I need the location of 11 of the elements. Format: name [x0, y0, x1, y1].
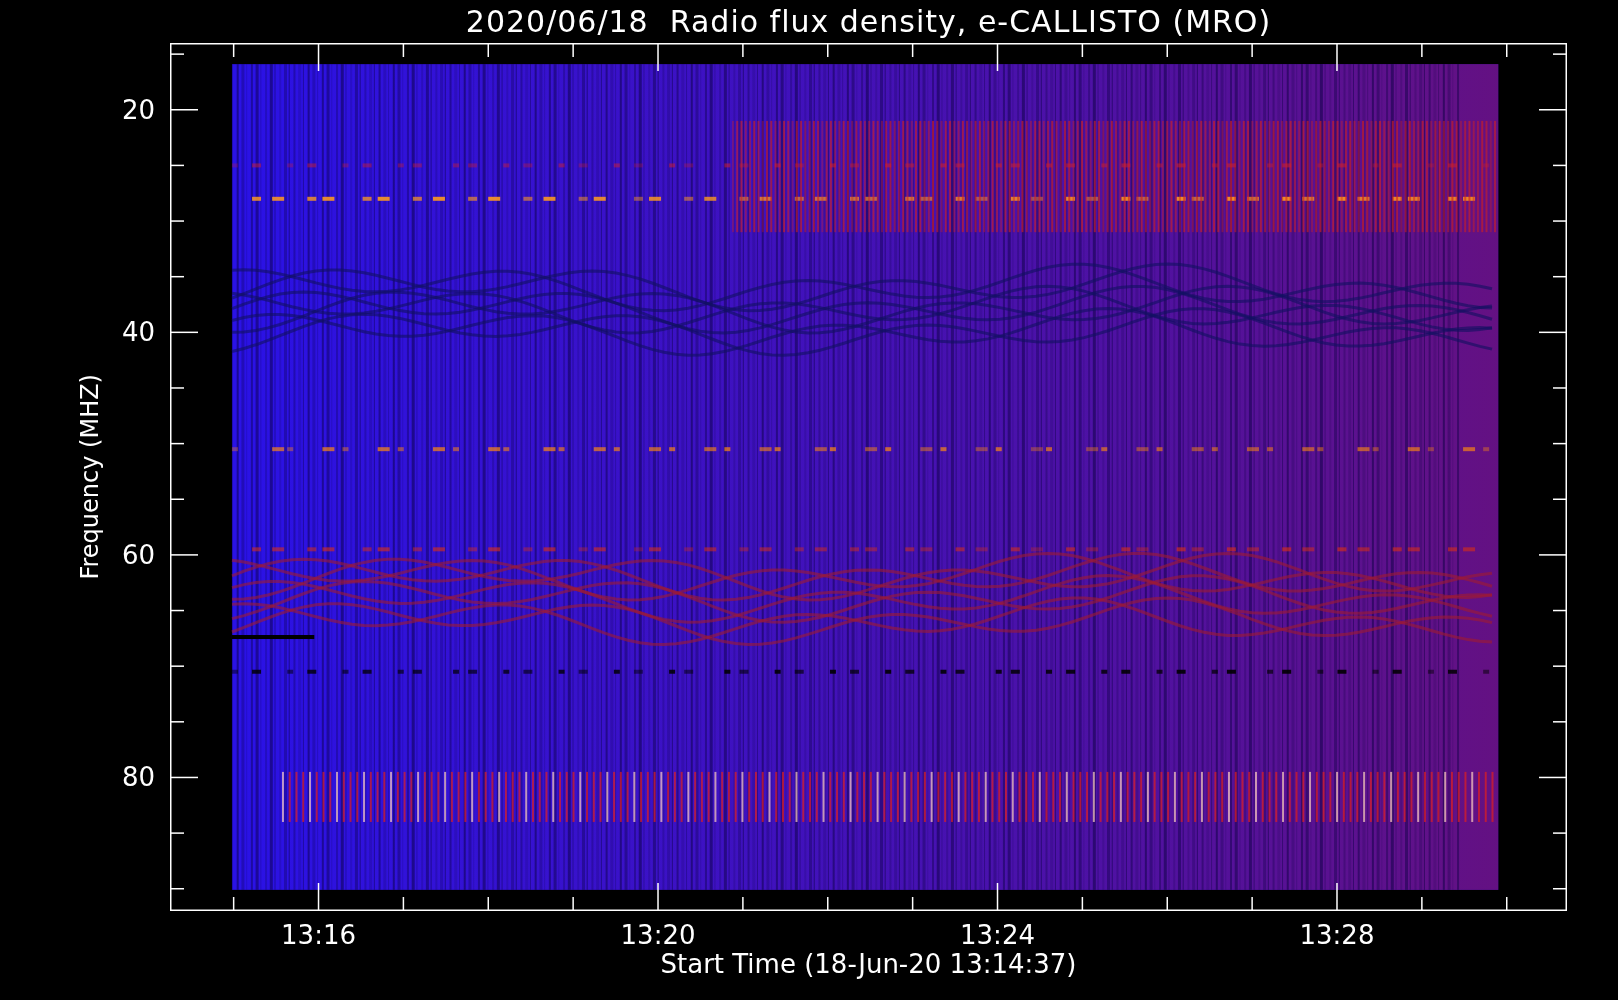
y-tick-label: 60 [121, 539, 155, 570]
x-axis-label: Start Time (18-Jun-20 13:14:37) [660, 949, 1077, 979]
x-tick-label: 13:16 [281, 920, 356, 950]
plot-title: 2020/06/18 Radio flux density, e-CALLISTO (MRO) [465, 4, 1272, 39]
x-tick-label: 13:28 [1299, 920, 1375, 950]
x-tick-label: 13:24 [960, 920, 1035, 950]
y-axis-label: Frequency (MHZ) [76, 374, 104, 580]
y-tick-label: 40 [121, 317, 155, 348]
x-tick-label: 13:20 [620, 920, 696, 950]
y-tick-label: 80 [121, 762, 155, 793]
y-tick-label: 20 [121, 94, 155, 125]
